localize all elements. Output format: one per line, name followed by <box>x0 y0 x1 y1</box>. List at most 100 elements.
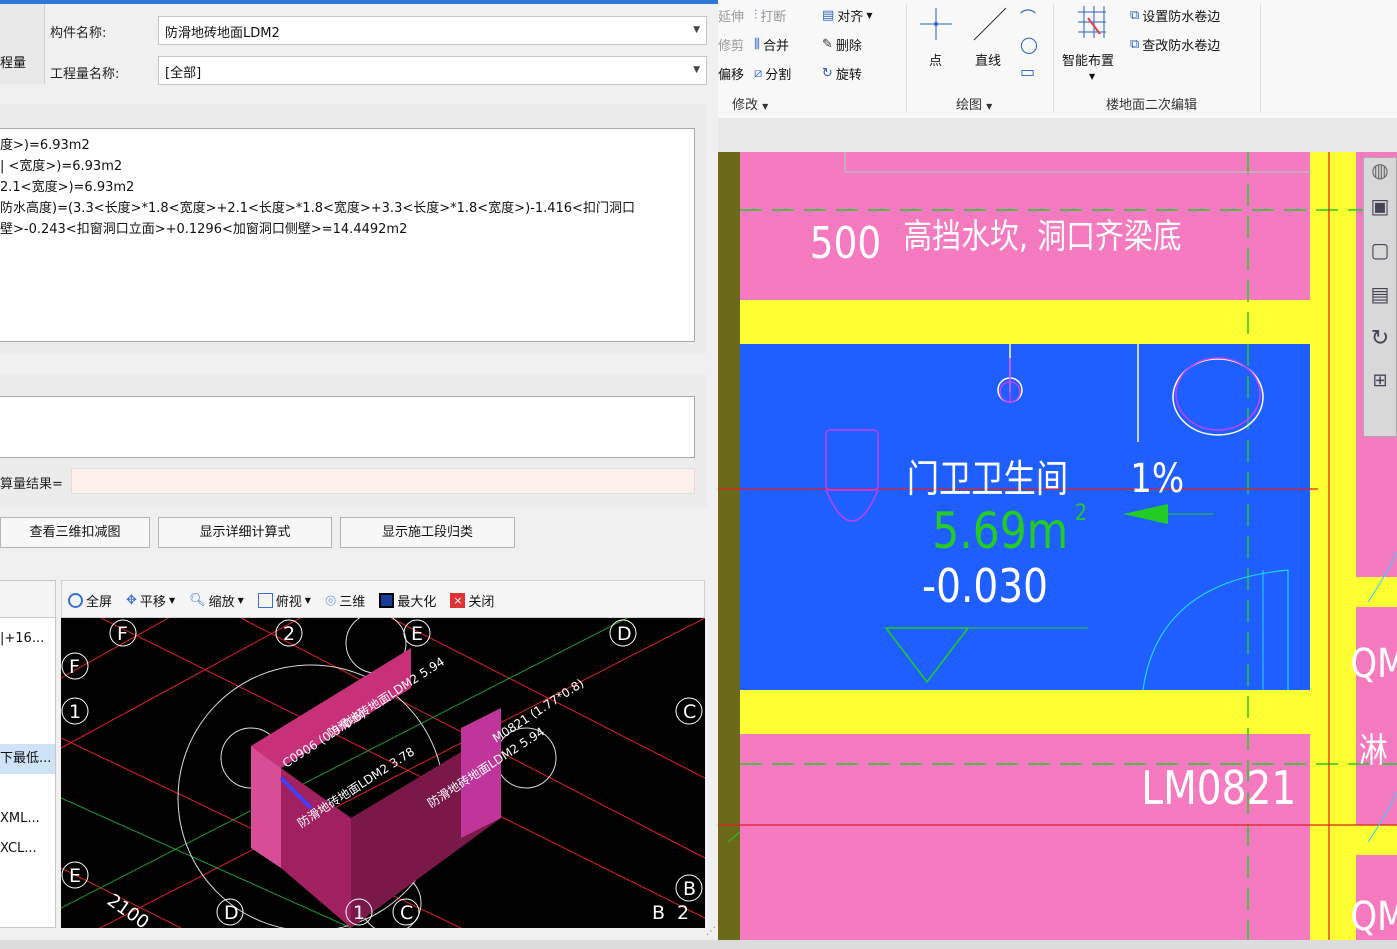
circle-icon: ◯ <box>1020 35 1038 54</box>
chevron-down-icon: ▼ <box>304 595 311 605</box>
formula-line-4: 防水高度)=(3.3<长度>*1.8<宽度>+2.1<长度>*1.8<宽度>+3… <box>0 201 635 216</box>
view-3d-deduction-button[interactable]: 查看三维扣减图 <box>0 517 150 548</box>
axis-label: C <box>683 701 696 723</box>
cad-canvas[interactable]: 500 高挡水坎, 洞口齐梁底 门卫卫生间 1% -0.030 LM0821 Q… <box>718 152 1397 942</box>
refresh-icon[interactable]: ↻ <box>1364 326 1396 370</box>
split-button[interactable]: ⧄ 分割 <box>754 64 791 83</box>
orbit-icon: ◎ <box>324 592 337 608</box>
topview-label: 俯视 <box>275 594 302 610</box>
property-panel: 程量 构件名称: 防滑地砖地面LDM2 ▼ 工程量名称: [全部] ▼ 度>)=… <box>0 0 718 940</box>
chevron-down-icon: ▼ <box>866 11 873 20</box>
component-name-value: 防滑地砖地面LDM2 <box>165 26 280 41</box>
eraser-icon: ✎ <box>822 37 833 52</box>
component-name-select[interactable]: 防滑地砖地面LDM2 ▼ <box>158 16 707 45</box>
extend-button[interactable]: 延伸 <box>718 6 744 25</box>
chevron-down-icon: ▼ <box>986 102 993 111</box>
axis-label: 1 <box>69 701 81 723</box>
rectangle-icon: ▭ <box>1020 62 1036 81</box>
viewer-3d-canvas: F 2 E D F 1 C E B D 1 C B 2 2100 C0906 (… <box>61 618 705 928</box>
divider <box>1260 4 1261 112</box>
topview-icon <box>257 592 273 608</box>
axis-label: 1 <box>353 902 365 924</box>
pan-icon: ✥ <box>126 592 137 608</box>
fullscreen-label: 全屏 <box>86 594 113 610</box>
axis-label: E <box>69 865 81 887</box>
close-icon: × <box>450 592 466 608</box>
close-label: 关闭 <box>468 594 495 610</box>
chevron-down-icon: ▼ <box>1089 72 1096 81</box>
axis-label: B <box>683 878 696 900</box>
smart-layout-button[interactable]: 智能布置 <box>1062 50 1114 69</box>
draw-group-label[interactable]: 绘图 ▼ <box>956 94 992 113</box>
quantity-tab-label: 程量 <box>0 56 27 71</box>
trim-button[interactable]: 修剪 <box>718 35 744 54</box>
show-stage-button[interactable]: 显示施工段归类 <box>340 517 515 548</box>
axis-label: 2 <box>677 902 689 924</box>
box-icon[interactable]: ▤ <box>1364 282 1396 326</box>
view-toolbar: ◍ ▣ ▢ ▤ ↻ ⊞ <box>1363 157 1397 437</box>
zoom-button[interactable]: 🔍︎ 缩放 ▼ <box>189 591 244 610</box>
line-button[interactable]: 直线 <box>975 50 1001 69</box>
list-item[interactable]: 下最低... <box>0 744 55 774</box>
modify-group-label[interactable]: 修改 ▼ <box>732 94 768 113</box>
magnifier-icon: 🔍︎ <box>189 592 206 608</box>
axis-label: C <box>400 902 413 924</box>
list-item[interactable]: |+16... <box>0 624 55 654</box>
close-viewer-button[interactable]: × 关闭 <box>450 591 494 610</box>
window-accent-bar <box>0 0 718 4</box>
maximize-label: 最大化 <box>397 594 437 610</box>
viewer-toolbar: 全屏 ✥ 平移 ▼ 🔍︎ 缩放 ▼ 俯视 ▼ ◎ 三维 最大化 × 关闭 <box>61 580 705 618</box>
cad-level: -0.030 <box>922 560 1048 614</box>
cad-slope: 1% <box>1130 455 1184 501</box>
formula-line-3: 2.1<宽度>)=6.93m2 <box>0 180 135 195</box>
quantity-name-select[interactable]: [全部] ▼ <box>158 56 707 85</box>
grid-icon[interactable]: ⊞ <box>1364 370 1396 406</box>
align-button[interactable]: ▤ 对齐 ▼ <box>822 6 872 25</box>
break-button[interactable]: ⫶ 打断 <box>754 6 786 25</box>
list-item[interactable]: XML... <box>0 804 55 834</box>
split-icon: ⧄ <box>754 66 763 81</box>
ribbon: 延伸 ⫶ 打断 ▤ 对齐 ▼ 修剪 ⫼ 合并 ✎ 删除 偏移 ⧄ 分割 ↻ 旋转 修改 ▼ 点… <box>718 0 1397 119</box>
offset-button[interactable]: 偏移 <box>718 64 744 83</box>
break-icon: ⫶ <box>754 8 758 23</box>
rotate-button[interactable]: ↻ 旋转 <box>822 64 862 83</box>
cube-icon[interactable]: ▢ <box>1364 238 1396 282</box>
globe-icon[interactable]: ◍ <box>1364 158 1396 194</box>
modify-waterproof-button[interactable]: ⧉ 查改防水卷边 <box>1130 35 1220 54</box>
shape-tools[interactable]: ⌒ ◯ ▭ <box>1020 4 1042 84</box>
fullscreen-button[interactable]: 全屏 <box>68 591 112 610</box>
formula-line-2: | <宽度>)=6.93m2 <box>0 159 123 174</box>
list-item[interactable]: XCL... <box>0 834 55 864</box>
smart-layout-icon <box>1074 4 1110 42</box>
component-name-label: 构件名称: <box>50 26 107 41</box>
pan-button[interactable]: ✥ 平移 ▼ <box>126 591 175 610</box>
point-button[interactable]: 点 <box>929 50 942 69</box>
cad-edge-label: QM <box>1350 893 1397 939</box>
maximize-button[interactable]: 最大化 <box>379 591 436 610</box>
set-waterproof-button[interactable]: ⧉ 设置防水卷边 <box>1130 6 1220 25</box>
axis-label: F <box>117 623 128 645</box>
viewer-3d[interactable]: F 2 E D F 1 C E B D 1 C B 2 2100 C0906 (… <box>61 618 705 928</box>
maximize-icon <box>379 592 395 608</box>
quantity-name-label: 工程量名称: <box>50 67 120 82</box>
delete-button[interactable]: ✎ 删除 <box>822 35 862 54</box>
axis-label: B <box>652 902 665 924</box>
show-detail-formula-button[interactable]: 显示详细计算式 <box>158 517 332 548</box>
topview-button[interactable]: 俯视 ▼ <box>257 591 311 610</box>
cube-3d-icon[interactable]: ▣ <box>1364 194 1396 238</box>
quantity-name-value: [全部] <box>165 66 202 81</box>
cad-door-label: LM0821 <box>1141 762 1296 816</box>
quantity-tab[interactable]: 程量 <box>0 4 45 84</box>
formula-textbox[interactable]: 度>)=6.93m2 | <宽度>)=6.93m2 2.1<宽度>)=6.93m… <box>0 128 695 342</box>
threed-button[interactable]: ◎ 三维 <box>325 591 365 610</box>
merge-button[interactable]: ⫼ 合并 <box>754 35 789 54</box>
align-icon: ▤ <box>822 8 835 23</box>
line-icon <box>970 4 1010 44</box>
calc-result-field[interactable] <box>71 468 695 494</box>
calc-input[interactable] <box>0 396 695 458</box>
calc-result-label: 算量结果= <box>0 477 63 492</box>
axis-label: E <box>411 623 423 645</box>
item-list: |+16... 下最低... XML... XCL... <box>0 580 56 928</box>
resize-grip-icon[interactable]: ⋰ <box>706 926 716 937</box>
merge-icon: ⫼ <box>754 37 760 52</box>
